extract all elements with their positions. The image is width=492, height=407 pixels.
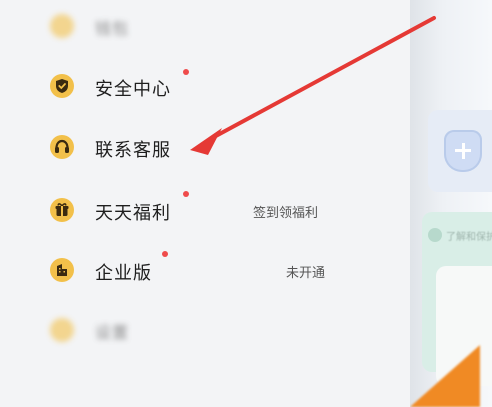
annotation-arrow bbox=[190, 16, 436, 155]
